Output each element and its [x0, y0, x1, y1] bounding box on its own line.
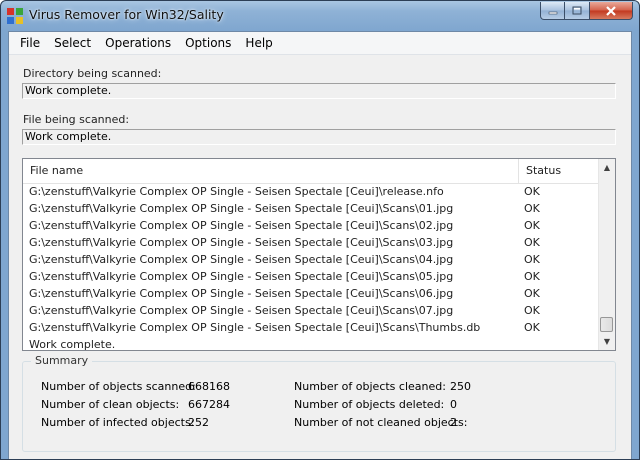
list-row[interactable]: G:\zenstuff\Valkyrie Complex OP Single -…	[23, 319, 599, 336]
objects-cleaned-label: Number of objects cleaned:	[294, 380, 446, 393]
row-status: OK	[524, 270, 540, 283]
summary-title: Summary	[31, 354, 93, 367]
list-row[interactable]: G:\zenstuff\Valkyrie Complex OP Single -…	[23, 217, 599, 234]
clean-objects-value: 667284	[188, 398, 230, 411]
row-file-name: G:\zenstuff\Valkyrie Complex OP Single -…	[29, 236, 454, 249]
row-status: OK	[524, 321, 540, 334]
list-rows: G:\zenstuff\Valkyrie Complex OP Single -…	[23, 183, 599, 353]
close-button[interactable]	[590, 2, 633, 20]
objects-cleaned-value: 250	[450, 380, 471, 393]
app-window: Virus Remover for Win32/Sality File Sele…	[0, 0, 640, 460]
row-file-name: G:\zenstuff\Valkyrie Complex OP Single -…	[29, 287, 454, 300]
column-header-status[interactable]: Status	[519, 159, 599, 183]
list-header: File name Status	[23, 159, 599, 184]
menu-file[interactable]: File	[13, 34, 47, 52]
scroll-down-arrow-icon: ▼	[603, 337, 611, 346]
window-title: Virus Remover for Win32/Sality	[29, 7, 224, 22]
shield-app-icon	[7, 8, 23, 24]
row-status: OK	[524, 236, 540, 249]
objects-scanned-value: 668168	[188, 380, 230, 393]
close-icon	[606, 5, 616, 16]
row-file-name: Work complete.	[29, 338, 116, 351]
row-file-name: G:\zenstuff\Valkyrie Complex OP Single -…	[29, 253, 454, 266]
row-status: OK	[524, 253, 540, 266]
scroll-down-button[interactable]: ▼	[599, 333, 615, 350]
row-file-name: G:\zenstuff\Valkyrie Complex OP Single -…	[29, 219, 454, 232]
objects-scanned-label: Number of objects scanned:	[41, 380, 196, 393]
list-row[interactable]: G:\zenstuff\Valkyrie Complex OP Single -…	[23, 183, 599, 200]
row-file-name: G:\zenstuff\Valkyrie Complex OP Single -…	[29, 321, 481, 334]
file-field: Work complete.	[22, 129, 616, 145]
directory-label: Directory being scanned:	[23, 67, 162, 80]
not-cleaned-objects-value: 2	[450, 416, 457, 429]
menu-bar: File Select Operations Options Help	[9, 32, 631, 55]
menu-operations[interactable]: Operations	[98, 34, 178, 52]
row-status: OK	[524, 202, 540, 215]
row-file-name: G:\zenstuff\Valkyrie Complex OP Single -…	[29, 304, 454, 317]
list-row[interactable]: G:\zenstuff\Valkyrie Complex OP Single -…	[23, 234, 599, 251]
row-status: OK	[524, 304, 540, 317]
minimize-icon	[548, 11, 557, 14]
row-status: OK	[524, 287, 540, 300]
objects-deleted-label: Number of objects deleted:	[294, 398, 445, 411]
list-row[interactable]: G:\zenstuff\Valkyrie Complex OP Single -…	[23, 251, 599, 268]
row-file-name: G:\zenstuff\Valkyrie Complex OP Single -…	[29, 185, 444, 198]
clean-objects-label: Number of clean objects:	[41, 398, 180, 411]
title-bar[interactable]: Virus Remover for Win32/Sality	[1, 1, 639, 31]
menu-select[interactable]: Select	[47, 34, 98, 52]
infected-objects-value: 252	[188, 416, 209, 429]
maximize-button[interactable]	[565, 2, 590, 20]
file-label: File being scanned:	[23, 113, 130, 126]
list-row[interactable]: G:\zenstuff\Valkyrie Complex OP Single -…	[23, 302, 599, 319]
menu-help[interactable]: Help	[238, 34, 279, 52]
not-cleaned-objects-label: Number of not cleaned objects:	[294, 416, 468, 429]
list-row[interactable]: G:\zenstuff\Valkyrie Complex OP Single -…	[23, 268, 599, 285]
scan-results-list[interactable]: File name Status G:\zenstuff\Valkyrie Co…	[22, 158, 616, 351]
objects-deleted-value: 0	[450, 398, 457, 411]
scroll-thumb[interactable]	[600, 317, 613, 332]
row-file-name: G:\zenstuff\Valkyrie Complex OP Single -…	[29, 202, 454, 215]
list-row[interactable]: G:\zenstuff\Valkyrie Complex OP Single -…	[23, 200, 599, 217]
row-status: OK	[524, 219, 540, 232]
row-file-name: G:\zenstuff\Valkyrie Complex OP Single -…	[29, 270, 454, 283]
scroll-up-button[interactable]: ▲	[599, 159, 615, 176]
directory-field: Work complete.	[22, 83, 616, 99]
maximize-icon	[572, 6, 582, 15]
minimize-button[interactable]	[540, 2, 565, 20]
column-header-file-name[interactable]: File name	[23, 159, 519, 183]
list-row[interactable]: Work complete.	[23, 336, 599, 353]
client-area: File Select Operations Options Help Dire…	[8, 31, 632, 459]
window-controls	[540, 2, 633, 21]
row-status: OK	[524, 185, 540, 198]
list-scrollbar[interactable]: ▲ ▼	[598, 159, 615, 350]
menu-options[interactable]: Options	[178, 34, 238, 52]
list-row[interactable]: G:\zenstuff\Valkyrie Complex OP Single -…	[23, 285, 599, 302]
scroll-up-arrow-icon: ▲	[603, 163, 611, 172]
summary-group: Summary Number of objects scanned: 66816…	[22, 354, 616, 452]
infected-objects-label: Number of infected objects:	[41, 416, 195, 429]
